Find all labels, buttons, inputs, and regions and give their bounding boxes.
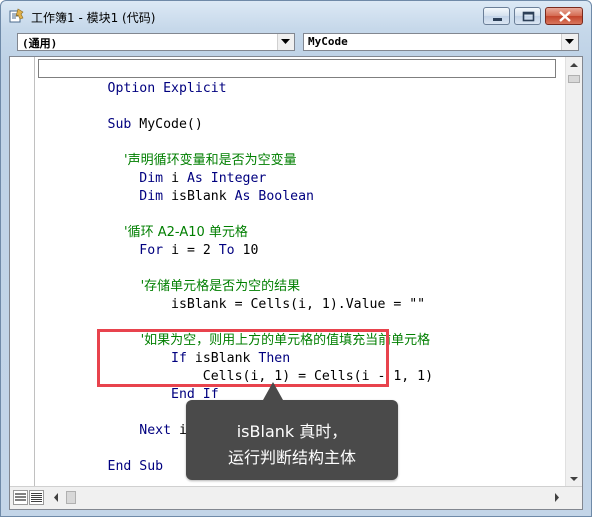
minimize-button[interactable] xyxy=(483,7,510,25)
vba-code-window: 工作簿1 - 模块1 (代码) (通用) MyCode Option Expli… xyxy=(0,0,592,517)
scroll-up-icon[interactable] xyxy=(566,57,582,73)
scroll-down-icon[interactable] xyxy=(566,471,582,487)
procedure-dropdown[interactable]: MyCode xyxy=(303,33,579,51)
code-line[interactable]: Dim isBlank As Boolean xyxy=(44,170,314,204)
window-title: 工作簿1 - 模块1 (代码) xyxy=(31,11,156,25)
code-line[interactable]: Next i xyxy=(44,404,187,438)
callout-pointer xyxy=(263,382,283,400)
annotation-callout: isBlank 真时， 运行判断结构主体 xyxy=(186,382,398,480)
code-line[interactable]: End Sub xyxy=(44,440,164,474)
code-token: i = 2 xyxy=(171,243,219,258)
code-token: For xyxy=(107,243,172,258)
full-module-view-icon xyxy=(31,493,42,502)
code-token: End Sub xyxy=(107,459,164,474)
code-token: As Boolean xyxy=(234,189,314,204)
minimize-icon xyxy=(493,18,502,21)
code-editor[interactable]: Option Explicit Sub MyCode() '声明循环变量和是否为… xyxy=(9,56,583,510)
object-dropdown-arrow[interactable] xyxy=(277,34,294,50)
code-token: Option Explicit xyxy=(107,81,227,96)
close-icon xyxy=(559,11,571,22)
code-line[interactable]: '循环 A2-A10 单元格 xyxy=(44,206,248,240)
close-button[interactable] xyxy=(545,7,583,25)
code-token: isBlank = Cells(i, 1).Value = "" xyxy=(107,297,426,312)
object-dropdown[interactable]: (通用) xyxy=(17,33,295,51)
if-block-highlight xyxy=(97,329,389,387)
procedure-dropdown-arrow[interactable] xyxy=(561,34,578,50)
full-module-view-button[interactable] xyxy=(29,490,44,505)
code-token: To xyxy=(218,243,243,258)
maximize-button[interactable] xyxy=(514,7,541,25)
procedure-view-icon xyxy=(15,493,26,501)
vba-module-icon xyxy=(9,8,24,23)
code-token: Next xyxy=(107,423,179,438)
callout-text-line1: isBlank 真时， xyxy=(236,422,348,441)
title-bar[interactable]: 工作簿1 - 模块1 (代码) xyxy=(1,1,591,31)
margin-indicator-bar[interactable] xyxy=(10,57,35,487)
vertical-scrollbar[interactable] xyxy=(565,57,582,487)
chevron-down-icon xyxy=(565,39,574,44)
scroll-left-icon[interactable] xyxy=(48,489,64,506)
horizontal-scrollbar[interactable] xyxy=(48,489,565,506)
code-selectors: (通用) MyCode xyxy=(9,33,585,53)
chevron-down-icon xyxy=(281,39,290,44)
code-token: isBlank xyxy=(171,189,235,204)
scroll-right-icon[interactable] xyxy=(549,489,565,506)
procedure-view-button[interactable] xyxy=(13,490,28,505)
horizontal-scroll-thumb[interactable] xyxy=(66,491,76,504)
code-area[interactable]: Option Explicit Sub MyCode() '声明循环变量和是否为… xyxy=(38,59,556,474)
code-line[interactable]: Dim i As Integer xyxy=(44,152,266,186)
code-line[interactable]: isBlank = Cells(i, 1).Value = "" xyxy=(44,278,425,312)
code-line[interactable]: For i = 2 To 10 xyxy=(44,224,258,258)
code-token: Dim xyxy=(107,189,172,204)
callout-text-line2: 运行判断结构主体 xyxy=(227,448,356,467)
vertical-scroll-thumb[interactable] xyxy=(568,75,580,83)
code-token: 10 xyxy=(242,243,259,258)
code-line[interactable]: Option Explicit xyxy=(44,62,227,96)
maximize-icon xyxy=(522,11,535,22)
code-line[interactable]: '声明循环变量和是否为空变量 xyxy=(44,134,297,168)
procedure-dropdown-value: MyCode xyxy=(308,35,348,48)
code-line[interactable]: '存储单元格是否为空的结果 xyxy=(44,260,301,294)
object-dropdown-value: (通用) xyxy=(22,37,58,50)
code-token: Sub xyxy=(107,117,140,132)
code-line[interactable]: Sub MyCode() xyxy=(44,98,203,132)
code-token: MyCode() xyxy=(139,117,203,132)
editor-bottom-bar xyxy=(10,486,582,509)
